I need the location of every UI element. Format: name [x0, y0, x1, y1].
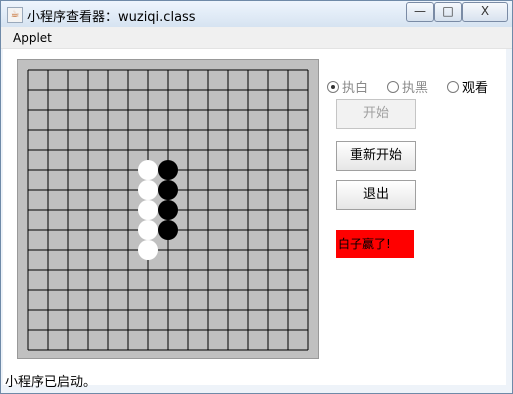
- menu-bar: Applet: [1, 27, 512, 49]
- applet-viewer-window: ☕ 小程序查看器：wuziqi.class — □ X Applet 执白 执黑…: [0, 0, 513, 394]
- white-stone: [138, 240, 158, 260]
- restart-button[interactable]: 重新开始: [336, 141, 416, 171]
- radio-watch-indicator[interactable]: [447, 81, 459, 93]
- minimize-button[interactable]: —: [406, 2, 434, 22]
- board-canvas[interactable]: [18, 60, 318, 358]
- applet-content: 执白 执黑 观看 开始 重新开始 退出 白子赢了!: [3, 49, 506, 385]
- close-icon: X: [480, 4, 490, 18]
- black-stone: [158, 220, 178, 240]
- radio-black-indicator[interactable]: [387, 81, 399, 93]
- radio-black-label: 执黑: [402, 81, 429, 96]
- java-app-icon: ☕: [7, 7, 23, 23]
- minimize-icon: —: [414, 4, 426, 18]
- radio-watch[interactable]: 观看: [447, 77, 488, 96]
- title-bar[interactable]: ☕ 小程序查看器：wuziqi.class — □ X: [1, 1, 512, 27]
- black-stone: [158, 200, 178, 220]
- white-stone: [138, 200, 158, 220]
- menu-applet[interactable]: Applet: [13, 31, 52, 45]
- radio-white-label: 执白: [342, 81, 369, 96]
- close-button[interactable]: X: [462, 2, 508, 22]
- radio-white-indicator[interactable]: [327, 81, 339, 93]
- white-stone: [138, 160, 158, 180]
- white-stone: [138, 220, 158, 240]
- gomoku-board[interactable]: [17, 59, 319, 359]
- white-stone: [138, 180, 158, 200]
- result-message: 白子赢了!: [336, 230, 414, 258]
- radio-play-black[interactable]: 执黑: [387, 77, 428, 96]
- exit-button[interactable]: 退出: [336, 180, 416, 210]
- radio-watch-label: 观看: [462, 81, 489, 96]
- black-stone: [158, 180, 178, 200]
- maximize-button[interactable]: □: [434, 2, 462, 22]
- radio-play-white[interactable]: 执白: [327, 77, 368, 96]
- black-stone: [158, 160, 178, 180]
- maximize-icon: □: [442, 4, 454, 18]
- window-title: 小程序查看器：wuziqi.class: [27, 10, 196, 25]
- start-button[interactable]: 开始: [336, 99, 416, 129]
- status-bar-text: 小程序已启动。: [5, 375, 97, 390]
